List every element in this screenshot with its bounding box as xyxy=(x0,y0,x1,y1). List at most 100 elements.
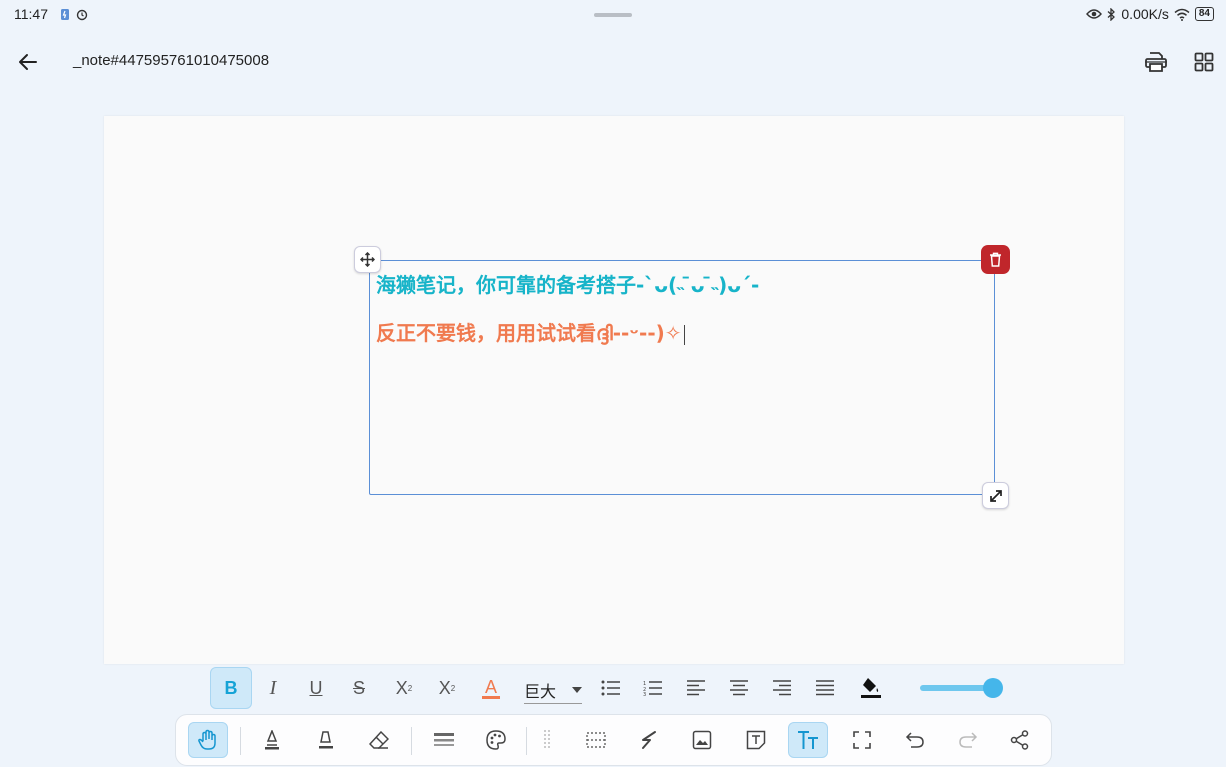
hand-tool-button[interactable] xyxy=(188,722,228,758)
numbered-list-icon: 123 xyxy=(643,681,662,696)
text-line-2[interactable]: 反正不要钱，用用试试看ദ്ദി--ᵕ--)✧ xyxy=(376,317,686,346)
align-left-icon xyxy=(687,680,705,696)
share-button[interactable] xyxy=(1000,722,1040,758)
strikethrough-label: S xyxy=(352,677,365,698)
highlighter-icon xyxy=(319,731,333,749)
font-color-glyph: A xyxy=(484,676,497,697)
fullscreen-icon xyxy=(853,731,871,749)
opacity-slider[interactable] xyxy=(920,678,1006,698)
note-title: _note#447595761010475008 xyxy=(73,52,270,69)
bullet-list-button[interactable] xyxy=(590,667,632,709)
text-caret xyxy=(683,324,686,345)
battery-saver-icon xyxy=(61,9,69,20)
font-color-swatch xyxy=(482,695,500,699)
sticky-note-button[interactable] xyxy=(736,722,776,758)
resize-handle[interactable] xyxy=(982,482,1009,509)
align-right-button[interactable] xyxy=(761,667,803,709)
text-box[interactable]: 海獭笔记，你可靠的备考搭子-ˋ̀ᴗ(˵ ̄ᴗ ̄˵)ᴗˊ́- 反正不要钱，用用试… xyxy=(369,260,995,495)
share-icon xyxy=(1010,730,1029,750)
bullet-list-icon xyxy=(601,680,620,696)
highlighter-tool-button[interactable] xyxy=(306,722,346,758)
font-size-value: 巨大 xyxy=(524,681,557,701)
numbered-list-button[interactable]: 123 xyxy=(632,667,674,709)
fill-color-button[interactable] xyxy=(850,667,892,709)
arrow-left-icon xyxy=(19,54,37,70)
shape-tool-button[interactable] xyxy=(629,722,669,758)
ruler-icon xyxy=(544,730,550,750)
format-toolbar: B I U S X2 X2 A 巨大 123 xyxy=(0,664,1226,712)
sticky-note-icon xyxy=(746,730,766,750)
subscript-button[interactable]: X2 xyxy=(426,667,468,709)
lasso-select-button[interactable] xyxy=(576,722,616,758)
bluetooth-icon xyxy=(1107,7,1116,21)
move-handle[interactable] xyxy=(354,246,381,273)
back-button[interactable] xyxy=(14,48,42,76)
paint-bucket-icon xyxy=(861,678,881,698)
net-speed: 0.00K/s xyxy=(1121,6,1169,22)
status-bar: 11:47 0.00K/s 84 xyxy=(0,0,1226,32)
bold-label: B xyxy=(224,677,238,698)
delete-textbox-button[interactable] xyxy=(981,245,1010,274)
line-style-button[interactable] xyxy=(424,722,464,758)
toolbar-divider xyxy=(411,727,412,755)
lightning-icon xyxy=(642,731,656,749)
pen-tool-button[interactable] xyxy=(252,722,292,758)
battery-indicator: 84 xyxy=(1194,7,1214,21)
tools-toolbar xyxy=(175,714,1052,766)
font-color-button[interactable]: A xyxy=(470,667,512,709)
palette-icon xyxy=(486,730,506,750)
window-drag-handle[interactable] xyxy=(594,13,632,17)
svg-text:3: 3 xyxy=(643,692,646,696)
trash-icon xyxy=(990,252,1001,267)
pen-icon xyxy=(265,730,279,750)
fullscreen-button[interactable] xyxy=(842,722,882,758)
align-left-button[interactable] xyxy=(675,667,717,709)
status-time: 11:47 xyxy=(14,6,48,22)
app-bar: _note#447595761010475008 xyxy=(0,40,1226,84)
strikethrough-button[interactable]: S xyxy=(338,667,380,709)
printer-icon xyxy=(1145,52,1167,72)
lasso-icon xyxy=(586,732,606,748)
superscript-label: X xyxy=(395,677,408,698)
eraser-icon xyxy=(369,731,389,749)
redo-icon xyxy=(959,732,978,748)
insert-image-button[interactable] xyxy=(682,722,722,758)
line-style-icon xyxy=(434,733,454,746)
align-center-icon xyxy=(730,680,748,696)
toolbar-divider xyxy=(240,727,241,755)
align-justify-button[interactable] xyxy=(804,667,846,709)
hand-icon xyxy=(198,729,216,750)
status-right: 0.00K/s 84 xyxy=(1086,6,1214,22)
move-arrows-icon xyxy=(360,252,375,267)
undo-button[interactable] xyxy=(895,722,935,758)
align-right-icon xyxy=(773,680,791,696)
redo-button[interactable] xyxy=(948,722,988,758)
text-tool-icon xyxy=(798,731,818,749)
wifi-icon xyxy=(1174,8,1190,21)
italic-button[interactable]: I xyxy=(252,667,294,709)
opacity-slider-thumb[interactable] xyxy=(983,678,1004,698)
print-button[interactable] xyxy=(1140,46,1172,78)
resize-diagonal-icon xyxy=(989,489,1002,502)
caret-down-icon xyxy=(572,686,582,693)
text-tool-button[interactable] xyxy=(788,722,828,758)
toolbar-divider xyxy=(526,727,527,755)
underline-button[interactable]: U xyxy=(295,667,337,709)
alarm-icon xyxy=(76,9,88,21)
image-icon xyxy=(692,730,712,750)
align-center-button[interactable] xyxy=(718,667,760,709)
eye-icon xyxy=(1086,9,1103,19)
eraser-tool-button[interactable] xyxy=(359,722,399,758)
subscript-label: X xyxy=(438,677,451,698)
grid-view-button[interactable] xyxy=(1188,46,1220,78)
bold-button[interactable]: B xyxy=(210,667,252,709)
color-palette-button[interactable] xyxy=(476,722,516,758)
status-left-icons xyxy=(59,8,88,21)
text-line-1[interactable]: 海獭笔记，你可靠的备考搭子-ˋ̀ᴗ(˵ ̄ᴗ ̄˵)ᴗˊ́- xyxy=(376,269,759,298)
ruler-button[interactable] xyxy=(528,722,568,758)
text-line-2-content: 反正不要钱，用用试试看ദ്ദി--ᵕ--)✧ xyxy=(376,321,682,345)
align-justify-icon xyxy=(816,680,834,696)
superscript-button[interactable]: X2 xyxy=(383,667,425,709)
font-size-dropdown[interactable]: 巨大 xyxy=(524,676,582,704)
grid-icon xyxy=(1194,52,1214,72)
